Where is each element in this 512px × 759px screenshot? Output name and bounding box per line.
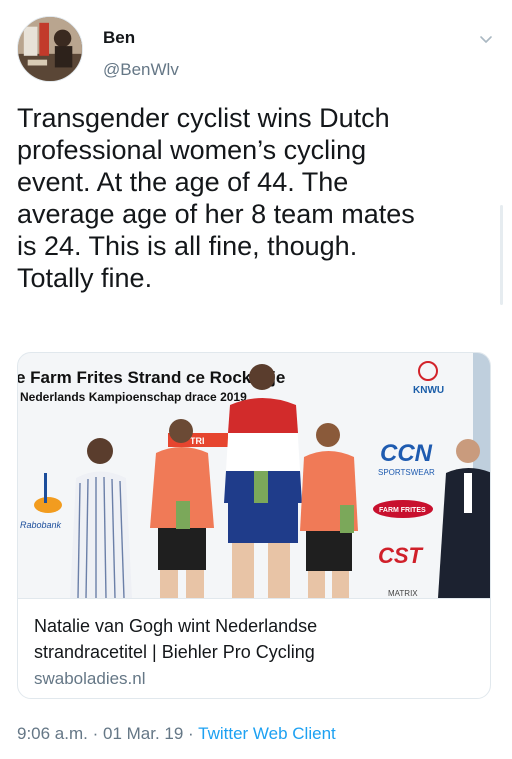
scrollbar[interactable] (500, 205, 503, 305)
tweet-line: professional women’s cycling (17, 135, 367, 165)
farm-frites-text: FARM FRITES (379, 507, 426, 514)
tweet-text: Transgender cyclist wins Dutch professio… (17, 102, 487, 294)
card-image[interactable]: e Farm Frites Strand ce Rockanje Nederla… (18, 353, 490, 598)
ccn-logo: CCN (380, 440, 433, 467)
tweet-header: Ben @BenWlv (17, 16, 497, 86)
tweet-date[interactable]: 01 Mar. 19 (103, 724, 183, 743)
card-title-line: strandracetitel | Biehler Pro Cycling (34, 642, 315, 662)
card-title[interactable]: Natalie van Gogh wint Nederlandse strand… (34, 613, 476, 665)
chevron-down-icon[interactable] (477, 30, 495, 48)
tweet-line: Transgender cyclist wins Dutch (17, 103, 390, 133)
tweet-line: event. At the age of 44. The (17, 167, 349, 197)
tweet-time[interactable]: 9:06 a.m. (17, 724, 88, 743)
tri-text: TRI (190, 436, 205, 446)
podium-photo: e Farm Frites Strand ce Rockanje Nederla… (18, 353, 490, 598)
tweet-footer: 9:06 a.m. · 01 Mar. 19 · Twitter Web Cli… (17, 724, 336, 744)
tweet-line: Totally fine. (17, 263, 153, 293)
card-title-line: Natalie van Gogh wint Nederlandse (34, 616, 318, 636)
sportswear-text: SPORTSWEAR (378, 468, 435, 477)
tweet-line: average age of her 8 team mates (17, 199, 415, 229)
tweet-line: is 24. This is all fine, though. (17, 231, 358, 261)
card-domain: swaboladies.nl (34, 669, 146, 688)
rabobank-text: Rabobank (20, 520, 62, 530)
separator: · (87, 724, 103, 743)
cst-logo: CST (378, 543, 424, 568)
banner-text-1: e Farm Frites Strand ce Rockanje (18, 368, 285, 387)
avatar-image (18, 17, 82, 81)
separator: · (183, 724, 199, 743)
card-body[interactable]: Natalie van Gogh wint Nederlandse strand… (18, 598, 490, 698)
knwu-text: KNWU (413, 385, 444, 396)
matrix-text: MATRIX (388, 589, 418, 598)
user-name[interactable]: Ben (103, 28, 135, 48)
avatar[interactable] (17, 16, 83, 82)
link-card[interactable]: e Farm Frites Strand ce Rockanje Nederla… (17, 352, 491, 699)
banner-text-2: Nederlands Kampioenschap drace 2019 (20, 390, 247, 404)
tweet-client-link[interactable]: Twitter Web Client (198, 724, 336, 743)
user-handle[interactable]: @BenWlv (103, 60, 179, 80)
